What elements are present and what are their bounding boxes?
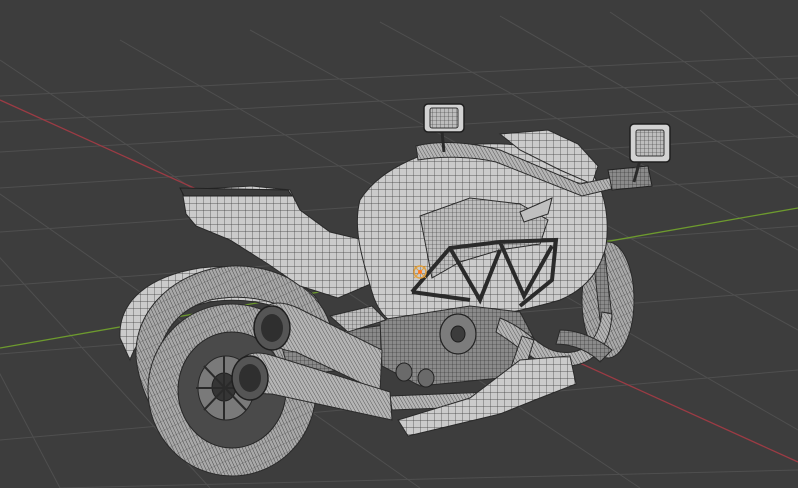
right-mirror	[629, 123, 671, 183]
engine-cover-center	[450, 325, 466, 343]
handlebar-grip	[607, 165, 653, 191]
engine-bolt	[417, 368, 435, 388]
motorcycle-mesh[interactable]	[119, 103, 671, 477]
lower-exhaust-bore	[239, 364, 261, 392]
viewport-canvas[interactable]	[0, 0, 798, 488]
engine-bolt	[395, 362, 413, 382]
3d-viewport[interactable]	[0, 0, 798, 488]
upper-exhaust-bore	[261, 314, 283, 342]
